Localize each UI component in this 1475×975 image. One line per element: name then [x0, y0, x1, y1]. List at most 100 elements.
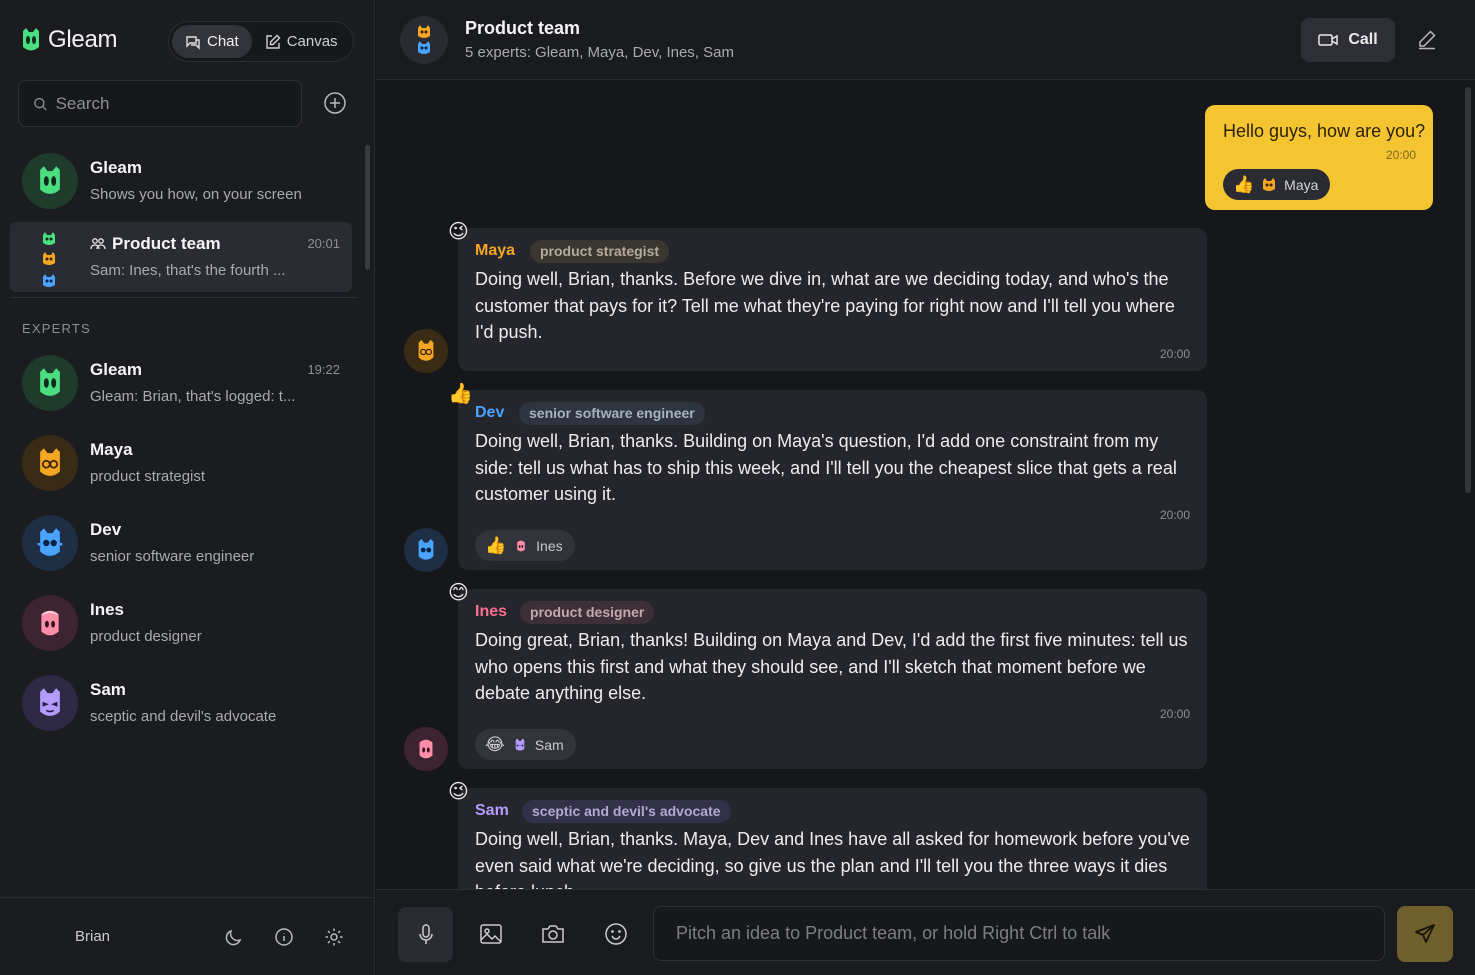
edit-icon[interactable]	[1416, 28, 1438, 50]
expert-subtitle: Gleam: Brian, that's logged: t...	[90, 388, 296, 405]
reaction-pill[interactable]: 👍 Maya	[1223, 169, 1331, 200]
conversation-title: Gleam	[90, 158, 142, 177]
tab-canvas[interactable]: Canvas	[252, 25, 351, 58]
message-role-badge: product strategist	[530, 240, 670, 263]
image-icon[interactable]	[478, 921, 504, 947]
message-dev[interactable]: 👍 Dev senior software engineer Doing wel…	[448, 383, 1207, 570]
maya-avatar-icon	[22, 435, 78, 491]
message-input[interactable]	[676, 923, 1362, 944]
message-role-badge: product designer	[520, 601, 655, 624]
reaction-author: Ines	[536, 537, 563, 554]
message-author: Dev	[475, 404, 505, 421]
tab-chat[interactable]: Chat	[172, 25, 252, 58]
brand[interactable]: Gleam	[20, 26, 118, 54]
message-author: Maya	[475, 242, 516, 259]
user-name[interactable]: Brian	[75, 928, 110, 945]
message-text: Doing well, Brian, thanks. Building on M…	[475, 431, 1177, 504]
expert-name: Dev	[90, 520, 122, 539]
chat-scrollbar[interactable]	[1465, 87, 1471, 493]
smile-icon: 😊	[448, 582, 469, 604]
send-icon	[1415, 924, 1435, 943]
conversation-title: Product team	[90, 234, 221, 254]
mic-button[interactable]	[398, 907, 453, 962]
sam-avatar-icon	[515, 738, 525, 751]
call-button[interactable]: Call	[1301, 18, 1395, 62]
expert-item-gleam[interactable]: Gleam Gleam: Brian, that's logged: t... …	[10, 348, 352, 418]
expert-time: 19:22	[307, 362, 340, 377]
tab-canvas-label: Canvas	[286, 33, 338, 50]
my-message[interactable]: Hello guys, how are you? 20:00 👍 Maya	[1205, 105, 1433, 210]
thumbs-up-icon: 👍	[485, 535, 507, 555]
sidebar-divider	[10, 297, 358, 298]
message-maya[interactable]: 😉 Maya product strategist Doing well, Br…	[448, 221, 1207, 371]
reaction-pill[interactable]: 😂 Sam	[475, 729, 576, 760]
gleam-logo-icon	[23, 28, 39, 51]
message-time: 20:00	[1159, 347, 1190, 361]
search-icon	[34, 97, 47, 110]
maya-avatar-icon	[1263, 177, 1276, 191]
conversation-product-team[interactable]: Product team Sam: Ines, that's the fourt…	[10, 222, 352, 292]
message-sam[interactable]: 😉 Sam sceptic and devil's advocate Doing…	[448, 781, 1207, 889]
message-ines[interactable]: 😊 Ines product designer Doing great, Bri…	[448, 582, 1207, 769]
thumbs-up-icon: 👍	[448, 383, 473, 405]
new-chat-button[interactable]	[322, 90, 348, 116]
expert-name: Maya	[90, 440, 133, 459]
gear-icon[interactable]	[323, 926, 345, 948]
conversation-time: 20:01	[307, 236, 340, 251]
thumbs-up-icon: 👍	[1233, 174, 1255, 194]
moon-icon[interactable]	[223, 926, 245, 948]
reaction-pill[interactable]: 👍 Ines	[475, 530, 575, 561]
dev-avatar-icon	[22, 515, 78, 571]
expert-subtitle: senior software engineer	[90, 548, 255, 565]
composer	[376, 889, 1475, 975]
chat-icon	[186, 35, 200, 50]
message-time: 20:00	[1159, 508, 1190, 522]
expert-item-ines[interactable]: Ines product designer	[10, 588, 352, 658]
reaction-author: Maya	[1284, 176, 1319, 193]
call-label: Call	[1348, 31, 1378, 48]
team-avatar-icon	[38, 230, 60, 288]
conversation-subtitle: Shows you how, on your screen	[90, 186, 302, 203]
chat-header: Product team 5 experts: Gleam, Maya, Dev…	[376, 0, 1475, 80]
sidebar-scrollbar[interactable]	[365, 145, 370, 270]
search-input[interactable]	[55, 93, 287, 114]
info-icon[interactable]	[273, 926, 295, 948]
ines-avatar-icon	[404, 727, 448, 771]
expert-name: Sam	[90, 680, 126, 699]
expert-name: Gleam	[90, 360, 142, 379]
message-author: Ines	[475, 603, 508, 620]
laugh-icon: 😂	[485, 734, 505, 754]
expert-item-sam[interactable]: Sam sceptic and devil's advocate	[10, 668, 352, 738]
ines-avatar-icon	[22, 595, 78, 651]
message-author: Sam	[475, 802, 509, 819]
emoji-icon[interactable]	[603, 921, 629, 947]
expert-subtitle: product strategist	[90, 468, 206, 485]
gleam-avatar-icon	[22, 153, 78, 209]
message-input-box	[653, 906, 1385, 961]
sam-avatar-icon	[22, 675, 78, 731]
wink-icon: 😉	[448, 221, 469, 243]
mode-switch: Chat Canvas	[168, 21, 354, 62]
expert-item-maya[interactable]: Maya product strategist	[10, 428, 352, 498]
send-button[interactable]	[1397, 906, 1453, 962]
microphone-icon	[418, 923, 433, 944]
message-role-badge: sceptic and devil's advocate	[522, 800, 731, 823]
dev-avatar-icon	[404, 528, 448, 572]
chat-subtitle: 5 experts: Gleam, Maya, Dev, Ines, Sam	[465, 44, 734, 61]
maya-avatar-icon	[404, 329, 448, 373]
expert-item-dev[interactable]: Dev senior software engineer	[10, 508, 352, 578]
camera-icon[interactable]	[540, 921, 566, 947]
tab-chat-label: Chat	[207, 33, 239, 50]
reaction-author: Sam	[534, 736, 564, 753]
user-bar: Brian	[0, 897, 375, 975]
gleam-avatar-icon	[22, 355, 78, 411]
message-list[interactable]: Hello guys, how are you? 20:00 👍 Maya 😉 …	[376, 81, 1475, 889]
sidebar: Gleam Chat Canvas Gleam Shows you how, o…	[0, 0, 375, 975]
search-box	[18, 80, 302, 127]
message-role-badge: senior software engineer	[519, 402, 705, 425]
expert-name: Ines	[90, 600, 125, 619]
expert-subtitle: product designer	[90, 628, 202, 645]
group-icon	[90, 238, 106, 250]
message-text: Hello guys, how are you?	[1223, 121, 1426, 141]
conversation-gleam[interactable]: Gleam Shows you how, on your screen	[10, 146, 352, 216]
